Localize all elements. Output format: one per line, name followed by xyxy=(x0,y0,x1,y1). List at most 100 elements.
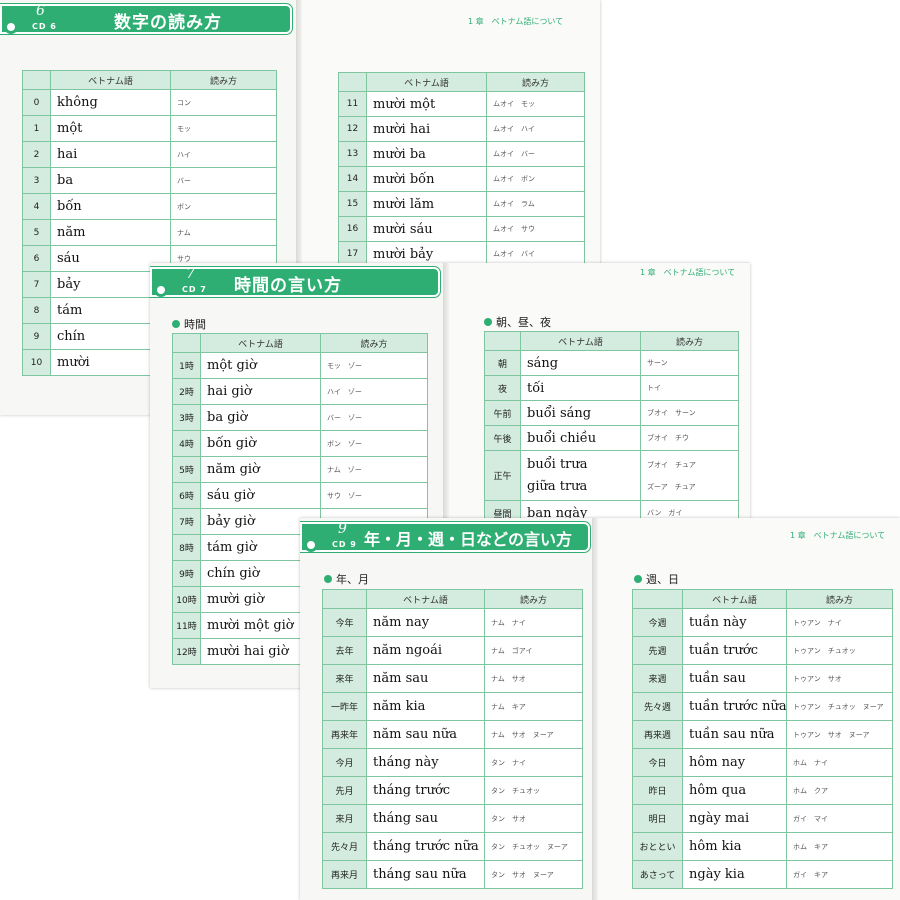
table-row: 夜 tối トイ xyxy=(484,375,739,401)
subsection-label: 時間 xyxy=(184,318,206,331)
reading-kana: ナム キア xyxy=(484,692,583,721)
row-key: 11 xyxy=(338,91,367,117)
table-row: 再来月 tháng sau nữa タン サオ ヌーア xyxy=(322,860,583,889)
row-key: 9 xyxy=(22,323,51,350)
reading-kana: ムオイ ハイ xyxy=(486,116,585,142)
reading-kana: サーン xyxy=(640,350,739,376)
row-key: 8 xyxy=(22,297,51,324)
table-row: 3 ba バー xyxy=(22,167,277,194)
vietnamese-term: mười hai xyxy=(366,116,487,142)
row-key: 明日 xyxy=(632,804,683,833)
row-key: 11時 xyxy=(172,612,201,639)
cd-disc-icon xyxy=(304,538,318,552)
reading-kana: ムオイ モッ xyxy=(486,91,585,117)
table-row: 2時 hai giờ ハイ ゾー xyxy=(172,378,428,405)
reading-kana: バー xyxy=(170,167,277,194)
table-row: 今日 hôm nay ホム ナイ xyxy=(632,748,893,777)
table-row: 先々週 tuần trước nữa トゥアン チュオッ ヌーア xyxy=(632,692,893,721)
table-row: 2 hai ハイ xyxy=(22,141,277,168)
vietnamese-term: tuần sau nữa xyxy=(682,720,787,749)
reading-kana: ナム ゾー xyxy=(320,456,428,483)
vietnamese-term: bốn xyxy=(50,193,171,220)
row-key: 今月 xyxy=(322,748,367,777)
row-key: 来月 xyxy=(322,804,367,833)
vietnamese-term: năm xyxy=(50,219,171,246)
row-key: 午前 xyxy=(484,400,521,426)
vietnamese-term: hôm qua xyxy=(682,776,787,805)
row-key: 15 xyxy=(338,191,367,217)
table-row: 13 mười ba ムオイ バー xyxy=(338,141,585,167)
reading-kana: モッ xyxy=(170,115,277,142)
header-reading: 読み方 xyxy=(786,589,893,609)
vietnamese-term: hôm kia xyxy=(682,832,787,861)
vietnamese-term: buổi trưa giữa trưa xyxy=(520,450,641,501)
cd-disc-icon xyxy=(154,283,168,297)
subsection-daytime: 朝、昼、夜 xyxy=(484,314,551,330)
reading-kana: タン サオ xyxy=(484,804,583,833)
subsection-label: 年、月 xyxy=(336,573,369,586)
row-key: 3 xyxy=(22,167,51,194)
section-banner: 9 CD 9 年・月・週・日などの言い方 xyxy=(300,521,590,552)
section-banner: 6 CD 6 数字の読み方 xyxy=(0,3,292,34)
subsection-time: 時間 xyxy=(172,316,206,332)
vietnamese-term: mười ba xyxy=(366,141,487,167)
reading-kana: ムオイ サウ xyxy=(486,216,585,242)
cd-label: CD 7 xyxy=(182,285,207,294)
vietnamese-term: một giờ xyxy=(200,352,321,379)
section-title: 時間の言い方 xyxy=(234,276,342,296)
running-head: 1 章 ベトナム語について xyxy=(790,531,886,540)
table-row: 正午 buổi trưa giữa trưa ブオイ チュア ズーア チュア xyxy=(484,450,739,501)
vietnamese-term: sáu giờ xyxy=(200,482,321,509)
bullet-icon xyxy=(634,575,642,583)
vietnamese-term: tuần trước nữa xyxy=(682,692,787,721)
row-key: 朝 xyxy=(484,350,521,376)
row-key: 今年 xyxy=(322,608,367,637)
cd-label: CD 9 xyxy=(332,540,357,549)
table-row: 再来年 năm sau nữa ナム サオ ヌーア xyxy=(322,720,583,749)
vietnamese-term: bốn giờ xyxy=(200,430,321,457)
row-key: 7時 xyxy=(172,508,201,535)
running-head: 1 章 ベトナム語について xyxy=(640,268,736,277)
vietnamese-term: tối xyxy=(520,375,641,401)
row-key: 16 xyxy=(338,216,367,242)
reading-kana: タン チュオッ ヌーア xyxy=(484,832,583,861)
reading-kana: ナム ナイ xyxy=(484,608,583,637)
reading-kana: ブオイ チュア ズーア チュア xyxy=(640,450,739,501)
table-row: 明日 ngày mai ガイ マイ xyxy=(632,804,893,833)
row-key: 先週 xyxy=(632,636,683,665)
row-key: 6時 xyxy=(172,482,201,509)
reading-kana: ハイ xyxy=(170,141,277,168)
vietnamese-term: ngày mai xyxy=(682,804,787,833)
vietnamese-term: mười bốn xyxy=(366,166,487,192)
vietnamese-term: ba xyxy=(50,167,171,194)
subsection-label: 朝、昼、夜 xyxy=(496,316,551,329)
header-reading: 読み方 xyxy=(170,70,277,90)
table-row: 4 bốn ボン xyxy=(22,193,277,220)
bullet-icon xyxy=(324,575,332,583)
reading-kana: タン サオ ヌーア xyxy=(484,860,583,889)
reading-kana: バー ゾー xyxy=(320,404,428,431)
header-reading: 読み方 xyxy=(484,589,583,609)
table-row: 来週 tuần sau トゥアン サオ xyxy=(632,664,893,693)
reading-kana: タン チュオッ xyxy=(484,776,583,805)
subsection-week-day: 週、日 xyxy=(634,571,679,587)
row-key: 再来年 xyxy=(322,720,367,749)
header-blank xyxy=(484,331,521,351)
table-row: 午前 buổi sáng ブオイ サーン xyxy=(484,400,739,426)
subsection-year-month: 年、月 xyxy=(324,571,369,587)
row-key: 2時 xyxy=(172,378,201,405)
row-key: 4時 xyxy=(172,430,201,457)
vietnamese-term: tháng sau xyxy=(366,804,485,833)
vietnamese-term: buổi chiều xyxy=(520,425,641,451)
reading-kana: ガイ キア xyxy=(786,860,893,889)
header-vietnamese: ベトナム語 xyxy=(50,70,171,90)
section-number: 6 xyxy=(36,3,45,19)
reading-kana: ナム サオ xyxy=(484,664,583,693)
vietnamese-term: sáng xyxy=(520,350,641,376)
header-reading: 読み方 xyxy=(640,331,739,351)
row-key: 先々週 xyxy=(632,692,683,721)
row-key: 今日 xyxy=(632,748,683,777)
table-row: 12 mười hai ムオイ ハイ xyxy=(338,116,585,142)
table-row: 1時 một giờ モッ ゾー xyxy=(172,352,428,379)
row-key: 再来週 xyxy=(632,720,683,749)
